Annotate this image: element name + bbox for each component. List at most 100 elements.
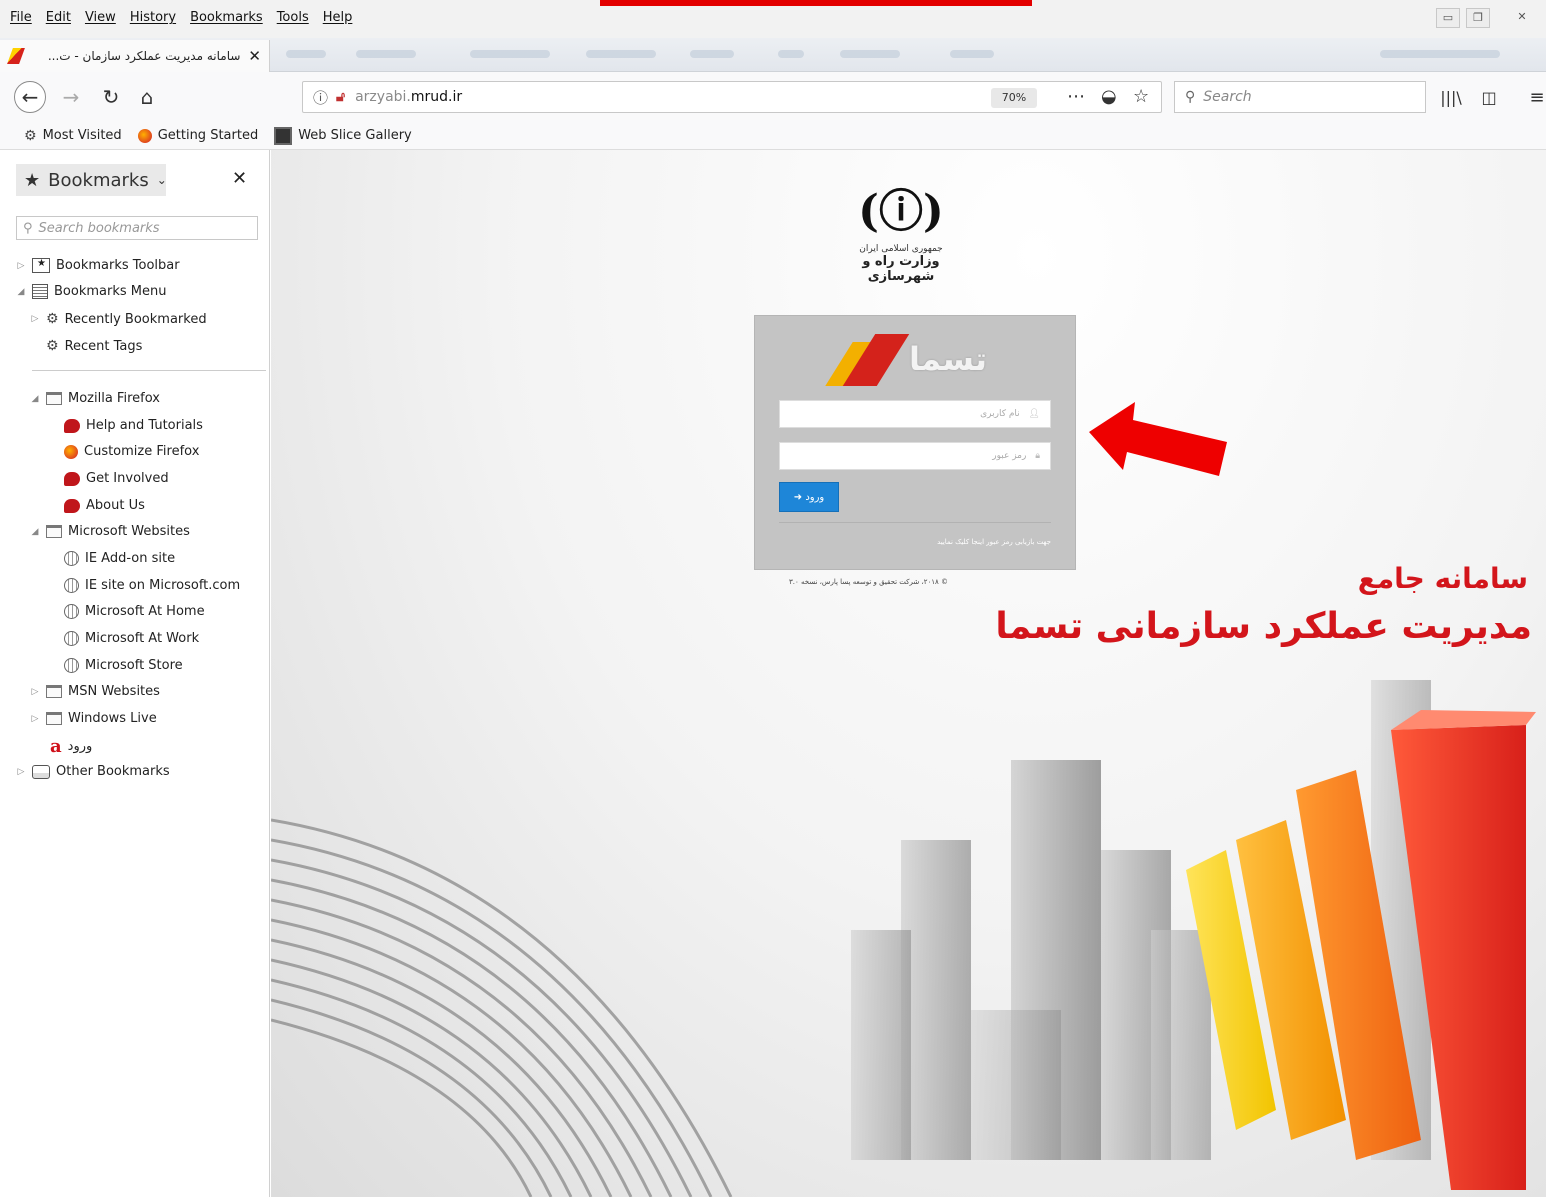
menu-tools[interactable]: Tools	[277, 10, 309, 25]
reload-icon: ↻	[102, 85, 120, 109]
tree-recently-bookmarked[interactable]: ▷ ⚙ Recently Bookmarked	[30, 311, 207, 327]
library-icon: |||\	[1440, 87, 1462, 107]
collapse-icon[interactable]: ◢	[16, 287, 26, 297]
forward-button[interactable]: →	[56, 82, 86, 112]
expand-icon[interactable]: ▷	[30, 314, 40, 324]
tab-strip: سامانه مدیریت عملکرد سازمان - ت... ✕	[0, 38, 1546, 72]
tree-microsoft-store[interactable]: Microsoft Store	[64, 658, 183, 673]
expand-icon[interactable]: ▷	[16, 767, 26, 777]
tree-bookmarks-menu[interactable]: ◢ Bookmarks Menu	[16, 284, 166, 299]
expand-icon[interactable]: ▷	[16, 261, 26, 271]
expand-icon[interactable]: ▷	[30, 714, 40, 724]
tree-label: Mozilla Firefox	[68, 391, 160, 406]
password-placeholder: رمز عبور	[992, 451, 1027, 461]
menu-bookmarks[interactable]: Bookmarks	[190, 10, 263, 25]
tree-microsoft-at-home[interactable]: Microsoft At Home	[64, 604, 205, 619]
gear-icon: ⚙	[46, 311, 59, 327]
sign-in-icon: ➜	[793, 492, 803, 503]
tree-about-us[interactable]: About Us	[64, 498, 145, 513]
minimize-button[interactable]: ▭	[1436, 8, 1460, 28]
page-actions-icon[interactable]: ⋯	[1067, 86, 1085, 107]
tree-label: Get Involved	[86, 471, 169, 486]
tree-label: Other Bookmarks	[56, 764, 170, 779]
tree-other-bookmarks[interactable]: ▷ Other Bookmarks	[16, 764, 170, 779]
tree-label: Recently Bookmarked	[64, 311, 207, 327]
menu-edit[interactable]: Edit	[46, 10, 71, 25]
tab-blurred[interactable]	[950, 50, 994, 58]
tree-get-involved[interactable]: Get Involved	[64, 471, 169, 486]
bookmarks-search-input[interactable]: ⚲ Search bookmarks	[16, 216, 258, 240]
tab-blurred[interactable]	[356, 50, 416, 58]
menu-help[interactable]: Help	[323, 10, 353, 25]
tree-ie-site[interactable]: IE site on Microsoft.com	[64, 578, 240, 593]
bar-chart-graphic	[1186, 710, 1536, 1190]
collapse-icon[interactable]: ◢	[30, 394, 40, 404]
sidebar-close-icon[interactable]: ✕	[232, 168, 247, 189]
tab-blurred[interactable]	[286, 50, 326, 58]
tab-blurred[interactable]	[778, 50, 804, 58]
login-divider	[779, 522, 1051, 523]
tab-blurred[interactable]	[1380, 50, 1500, 58]
bookmark-most-visited[interactable]: ⚙ Most Visited	[24, 128, 122, 144]
close-window-button[interactable]: ✕	[1510, 8, 1534, 28]
url-bar[interactable]: ⓘ 🔓︎ arzyabi. mrud.ir 70% ⋯ ◒ ☆	[302, 81, 1162, 113]
hamburger-menu-button[interactable]: ≡	[1522, 82, 1546, 112]
sidebar-icon: ◫	[1481, 87, 1497, 107]
mozilla-icon	[64, 418, 80, 433]
star-icon: ★	[24, 169, 41, 191]
expand-icon[interactable]: ▷	[30, 687, 40, 697]
emblem-line-1: جمهوری اسلامی ایران	[859, 244, 943, 254]
reload-button[interactable]: ↻	[96, 82, 126, 112]
tree-msn-websites[interactable]: ▷ MSN Websites	[30, 684, 160, 699]
back-button[interactable]: ←	[14, 81, 46, 113]
gear-icon: ⚙	[24, 127, 37, 144]
tree-microsoft-at-work[interactable]: Microsoft At Work	[64, 631, 199, 646]
menu-history[interactable]: History	[130, 10, 176, 25]
tree-label: IE Add-on site	[85, 551, 176, 566]
url-domain: mrud.ir	[410, 89, 463, 105]
bookmark-getting-started[interactable]: Getting Started	[137, 128, 258, 143]
menu-view[interactable]: View	[85, 10, 116, 25]
tree-help-tutorials[interactable]: Help and Tutorials	[64, 418, 203, 433]
bookmark-star-icon[interactable]: ☆	[1133, 86, 1149, 107]
tab-close-icon[interactable]: ✕	[248, 47, 261, 65]
tab-blurred[interactable]	[586, 50, 656, 58]
annotation-arrow-icon	[1089, 402, 1227, 476]
bookmark-web-slice-gallery[interactable]: Web Slice Gallery	[274, 126, 412, 145]
tree-bookmarks-toolbar[interactable]: ▷ Bookmarks Toolbar	[16, 258, 180, 273]
sidebar-toggle-button[interactable]: ◫	[1474, 82, 1504, 112]
home-button[interactable]: ⌂	[132, 82, 162, 112]
tree-windows-live[interactable]: ▷ Windows Live	[30, 711, 157, 726]
forgot-password-link[interactable]: جهت بازیابی رمز عبور اینجا کلیک نمایید	[937, 538, 1051, 546]
restore-button[interactable]: ❐	[1466, 8, 1490, 28]
tree-microsoft-websites[interactable]: ◢ Microsoft Websites	[30, 524, 190, 539]
user-icon: 👤︎	[1028, 409, 1040, 419]
pocket-icon[interactable]: ◒	[1101, 86, 1117, 107]
sidebar-header-dropdown[interactable]: ★ Bookmarks ⌄	[16, 164, 167, 196]
login-button[interactable]: ورود ➜	[779, 482, 839, 512]
login-button-label: ورود	[805, 492, 825, 503]
tab-blurred[interactable]	[470, 50, 550, 58]
collapse-icon[interactable]: ◢	[30, 527, 40, 537]
tree-vorood[interactable]: a ورود	[50, 736, 92, 757]
username-field[interactable]: 👤︎ نام کاربری	[779, 400, 1051, 428]
library-button[interactable]: |||\	[1436, 82, 1466, 112]
tree-mozilla-firefox[interactable]: ◢ Mozilla Firefox	[30, 391, 160, 406]
folder-icon	[46, 685, 62, 698]
search-icon: ⚲	[23, 220, 33, 236]
page-content: (ⓘ) جمهوری اسلامی ایران وزارت راه و شهرس…	[271, 150, 1546, 1197]
info-icon[interactable]: ⓘ	[313, 87, 328, 108]
tab-active[interactable]: سامانه مدیریت عملکرد سازمان - ت... ✕	[0, 40, 270, 72]
search-input[interactable]: ⚲ Search	[1174, 81, 1426, 113]
tab-blurred[interactable]	[690, 50, 734, 58]
tree-label: Bookmarks Menu	[54, 284, 167, 299]
tree-ie-addon-site[interactable]: IE Add-on site	[64, 551, 175, 566]
tab-blurred[interactable]	[840, 50, 900, 58]
tree-recent-tags[interactable]: ⚙ Recent Tags	[46, 338, 142, 354]
menu-file[interactable]: File	[10, 10, 32, 25]
mozilla-icon	[64, 471, 80, 486]
zoom-level-badge[interactable]: 70%	[991, 88, 1037, 108]
tree-customize-firefox[interactable]: Customize Firefox	[64, 444, 199, 459]
password-field[interactable]: 🔒︎ رمز عبور	[779, 442, 1051, 470]
insecure-lock-icon[interactable]: 🔓︎	[336, 89, 345, 105]
